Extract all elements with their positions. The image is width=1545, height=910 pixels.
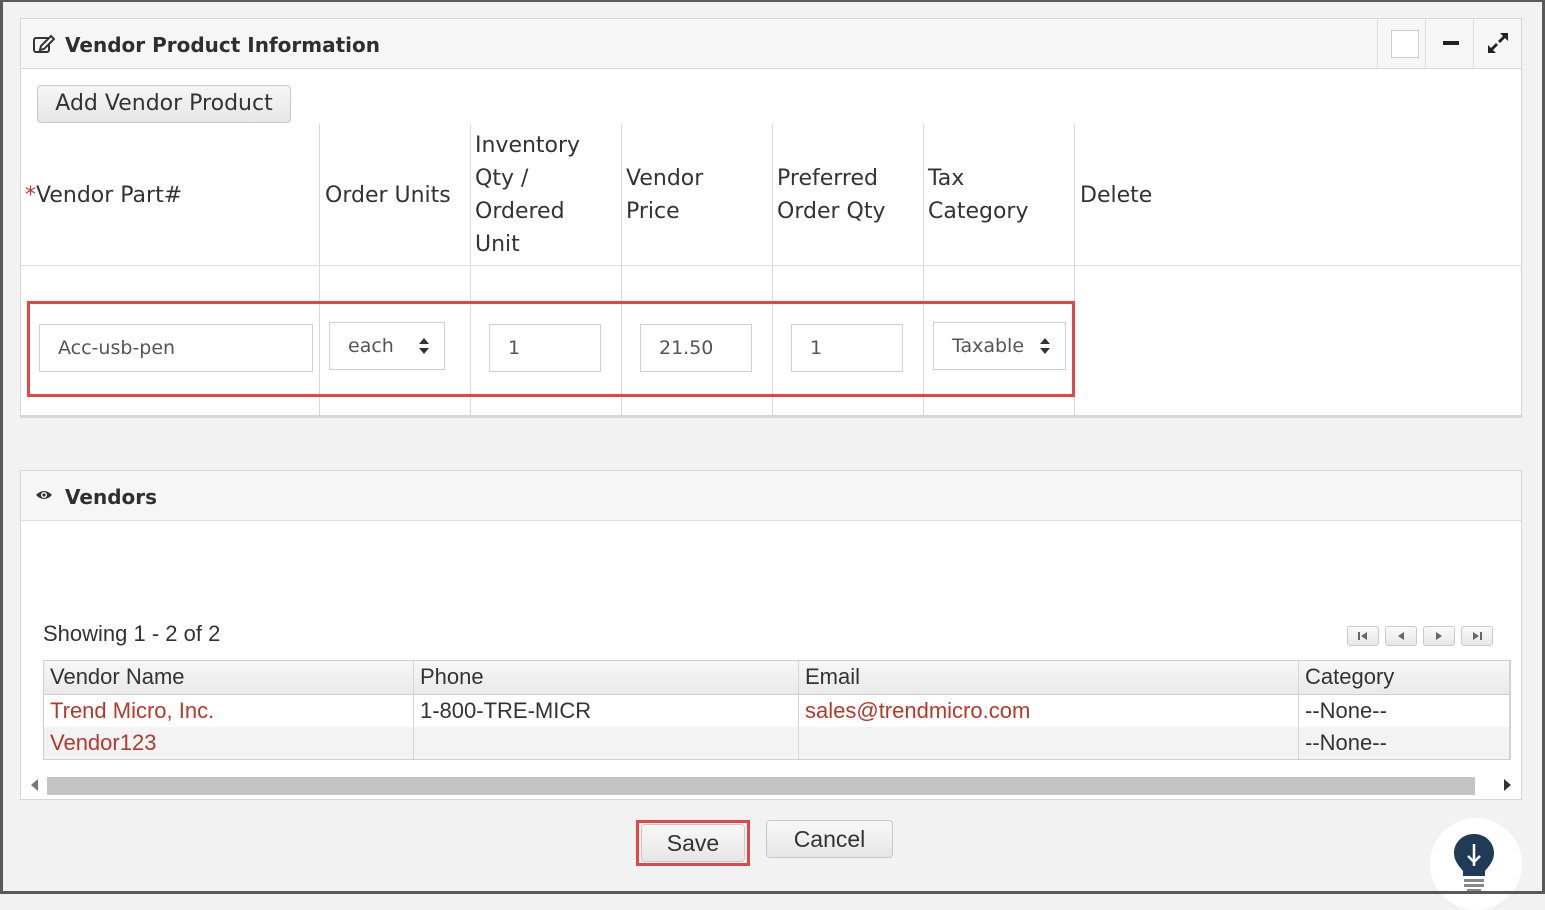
first-page-button[interactable] <box>1347 626 1379 646</box>
horizontal-scrollbar[interactable] <box>23 775 1519 797</box>
panel-bottom-line <box>21 415 1521 418</box>
row-highlight-box <box>27 301 1075 397</box>
edit-icon <box>33 34 55 53</box>
col-vendor-price: Vendor Price <box>626 162 703 228</box>
vendor-product-panel-title: Vendor Product Information <box>65 33 380 57</box>
col-preferred-qty-line: Order Qty <box>777 199 886 224</box>
vendors-panel: Vendors Showing 1 - 2 of 2 Vendor Name P… <box>20 470 1522 800</box>
table-header-row: Vendor Name Phone Email Category <box>44 661 1510 695</box>
col-inventory-qty-line: Ordered <box>475 199 565 224</box>
col-vendor-part-label: Vendor Part# <box>36 183 183 208</box>
showing-count: Showing 1 - 2 of 2 <box>43 621 221 646</box>
vendor-name-link[interactable]: Vendor123 <box>44 727 414 759</box>
prev-page-button[interactable] <box>1385 626 1417 646</box>
maximize-button[interactable] <box>1473 19 1521 69</box>
save-highlight-box <box>636 820 750 866</box>
required-mark: * <box>25 183 36 208</box>
header-divider <box>21 265 1521 266</box>
prev-page-icon <box>1398 632 1404 640</box>
minus-icon <box>1443 41 1459 45</box>
cancel-button[interactable]: Cancel <box>766 820 893 858</box>
col-email[interactable]: Email <box>799 661 1299 694</box>
last-page-button[interactable] <box>1461 626 1493 646</box>
vendor-name-link[interactable]: Trend Micro, Inc. <box>44 695 414 727</box>
col-tax-category: Tax Category <box>928 162 1029 228</box>
next-page-button[interactable] <box>1423 626 1455 646</box>
lightbulb-icon <box>1454 834 1494 892</box>
col-vendor-name[interactable]: Vendor Name <box>44 661 414 694</box>
col-tax-category-line: Tax <box>928 166 965 191</box>
vendor-category: --None-- <box>1299 727 1510 759</box>
vendor-email-link[interactable]: sales@trendmicro.com <box>799 695 1299 727</box>
help-bulb-button[interactable] <box>1430 818 1522 910</box>
vendor-product-panel-header: Vendor Product Information <box>21 19 1521 69</box>
col-vendor-price-line: Price <box>626 199 680 224</box>
first-page-icon <box>1358 632 1367 640</box>
col-vendor-price-line: Vendor <box>626 166 704 191</box>
vendors-panel-header: Vendors <box>21 471 1521 521</box>
vendors-panel-title: Vendors <box>65 485 158 509</box>
vendor-email-link[interactable] <box>799 727 1299 759</box>
scroll-left-icon[interactable] <box>31 779 38 791</box>
panel-toggle-box[interactable] <box>1377 19 1425 69</box>
add-vendor-product-button[interactable]: Add Vendor Product <box>37 85 291 123</box>
vendors-table: Vendor Name Phone Email Category Trend M… <box>43 660 1511 760</box>
col-inventory-qty-line: Qty / <box>475 166 529 191</box>
scroll-thumb[interactable] <box>47 777 1475 795</box>
checkbox-icon <box>1391 30 1419 58</box>
vendor-phone <box>414 727 799 759</box>
col-delete: Delete <box>1080 183 1153 208</box>
vendor-product-panel: Vendor Product Information Add Vendor Pr… <box>20 18 1522 418</box>
table-row[interactable]: Vendor123 --None-- <box>44 727 1510 759</box>
minimize-button[interactable] <box>1425 19 1473 69</box>
col-inventory-qty: Inventory Qty / Ordered Unit <box>475 129 580 261</box>
col-inventory-qty-line: Unit <box>475 232 520 257</box>
last-page-icon <box>1473 632 1482 640</box>
col-inventory-qty-line: Inventory <box>475 133 581 158</box>
col-tax-category-line: Category <box>928 199 1029 224</box>
expand-icon <box>1488 33 1508 53</box>
col-order-units: Order Units <box>325 183 451 208</box>
next-page-icon <box>1436 632 1442 640</box>
table-row[interactable]: Trend Micro, Inc. 1-800-TRE-MICR sales@t… <box>44 695 1510 727</box>
col-preferred-qty: Preferred Order Qty <box>777 162 885 228</box>
vendor-phone: 1-800-TRE-MICR <box>414 695 799 727</box>
eye-icon <box>36 491 52 499</box>
col-category[interactable]: Category <box>1299 661 1510 694</box>
col-preferred-qty-line: Preferred <box>777 166 878 191</box>
col-phone[interactable]: Phone <box>414 661 799 694</box>
col-vendor-part: *Vendor Part# <box>25 179 182 212</box>
vendor-category: --None-- <box>1299 695 1510 727</box>
scroll-right-icon[interactable] <box>1504 779 1511 791</box>
